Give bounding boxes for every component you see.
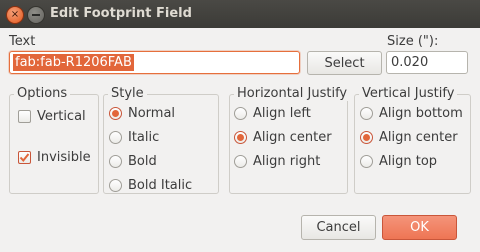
v-align-bottom-radio[interactable] — [360, 106, 373, 120]
h-align-center-label: Align center — [253, 129, 332, 145]
style-group-label: Style — [108, 86, 147, 101]
minimize-icon[interactable] — [27, 6, 45, 24]
checkmark-icon — [19, 152, 30, 162]
h-align-right-radio[interactable] — [234, 154, 247, 168]
v-align-center-radio[interactable] — [360, 130, 373, 144]
vertical-checkbox-row[interactable]: Vertical — [18, 107, 86, 125]
style-bold-radio-row[interactable]: Bold — [109, 152, 157, 170]
close-icon[interactable]: × — [6, 6, 24, 24]
invisible-checkbox[interactable] — [18, 150, 31, 164]
style-italic-radio-row[interactable]: Italic — [109, 128, 159, 146]
text-input-value: fab:fab-R1206FAB — [13, 54, 134, 71]
ok-button[interactable]: OK — [382, 215, 457, 240]
invisible-checkbox-row[interactable]: Invisible — [18, 148, 91, 166]
cancel-button[interactable]: Cancel — [301, 215, 376, 240]
vertical-justify-group-label: Vertical Justify — [359, 86, 458, 101]
h-align-left-label: Align left — [253, 105, 311, 121]
text-label: Text — [9, 34, 36, 49]
close-glyph: × — [10, 9, 20, 20]
h-align-center-radio-row[interactable]: Align center — [234, 128, 332, 146]
size-input[interactable]: 0.020 — [386, 51, 468, 74]
text-input[interactable]: fab:fab-R1206FAB — [9, 51, 300, 74]
v-align-top-label: Align top — [379, 153, 438, 169]
style-bold-italic-label: Bold Italic — [128, 177, 193, 193]
h-align-left-radio[interactable] — [234, 106, 247, 120]
options-group-label: Options — [14, 86, 71, 101]
style-italic-radio[interactable] — [109, 130, 122, 144]
h-align-center-radio[interactable] — [234, 130, 247, 144]
v-align-center-radio-row[interactable]: Align center — [360, 128, 458, 146]
v-align-top-radio[interactable] — [360, 154, 373, 168]
vertical-checkbox[interactable] — [18, 109, 31, 123]
style-bold-italic-radio[interactable] — [109, 178, 122, 192]
select-button[interactable]: Select — [307, 51, 382, 75]
v-align-top-radio-row[interactable]: Align top — [360, 152, 437, 170]
style-bold-radio[interactable] — [109, 154, 122, 168]
vertical-label: Vertical — [37, 108, 86, 124]
invisible-label: Invisible — [37, 149, 91, 165]
size-label: Size ("): — [387, 34, 439, 49]
h-align-right-label: Align right — [253, 153, 321, 169]
v-align-center-label: Align center — [379, 129, 458, 145]
h-align-left-radio-row[interactable]: Align left — [234, 104, 311, 122]
v-align-bottom-label: Align bottom — [379, 105, 463, 121]
style-italic-label: Italic — [128, 129, 160, 145]
window-title: Edit Footprint Field — [50, 6, 192, 21]
h-align-right-radio-row[interactable]: Align right — [234, 152, 320, 170]
style-bold-label: Bold — [128, 153, 157, 169]
style-bold-italic-radio-row[interactable]: Bold Italic — [109, 176, 192, 194]
title-bar: × Edit Footprint Field — [0, 0, 480, 28]
horizontal-justify-group-label: Horizontal Justify — [234, 86, 351, 101]
style-normal-radio[interactable] — [109, 106, 122, 120]
v-align-bottom-radio-row[interactable]: Align bottom — [360, 104, 463, 122]
style-normal-label: Normal — [128, 105, 176, 121]
style-normal-radio-row[interactable]: Normal — [109, 104, 175, 122]
edit-footprint-field-dialog: × Edit Footprint Field Text fab:fab-R120… — [0, 0, 480, 252]
